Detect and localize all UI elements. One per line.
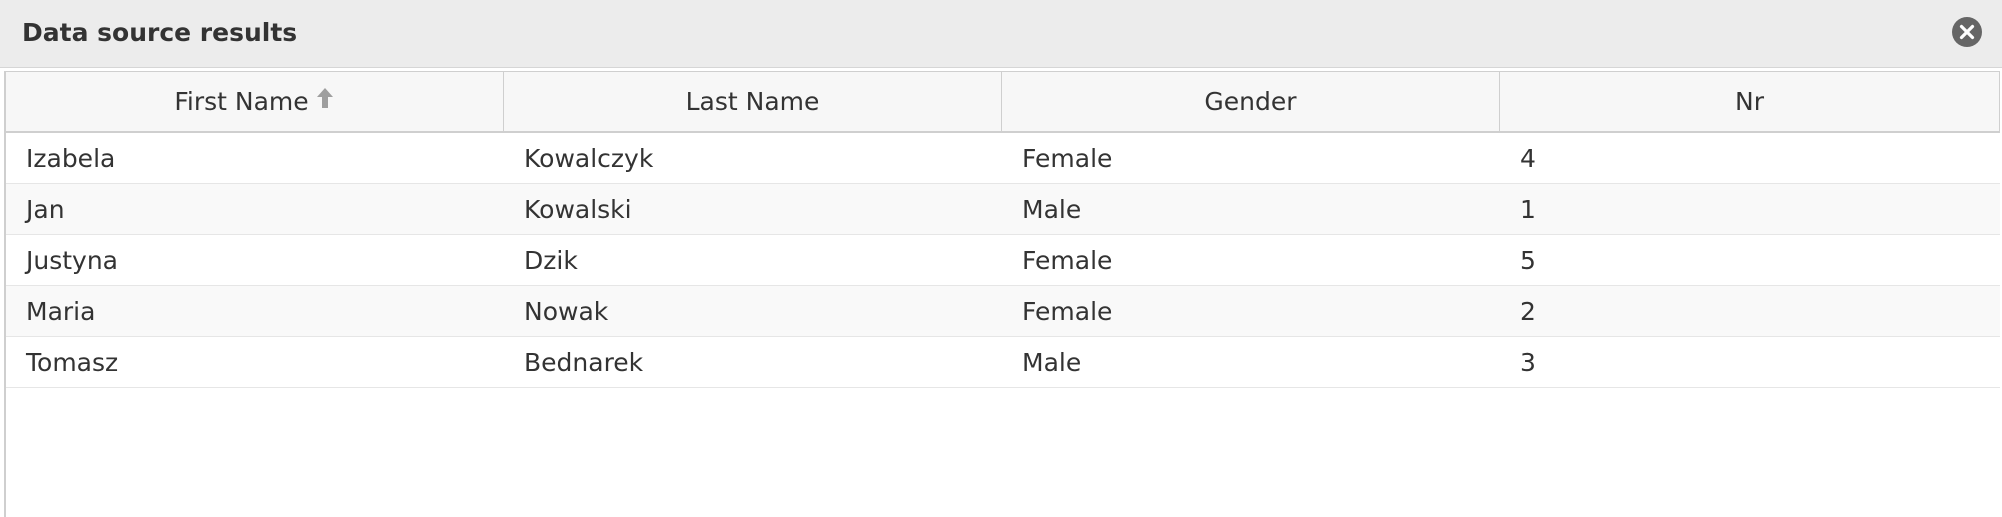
cell-last-name: Nowak [524, 297, 609, 326]
cell-gender: Male [1022, 348, 1082, 377]
table-row[interactable]: Jan Kowalski Male 1 [6, 184, 2000, 235]
cell-nr: 1 [1520, 195, 1536, 224]
cell-gender: Female [1022, 246, 1113, 275]
cell-gender: Male [1022, 195, 1082, 224]
cell-nr: 3 [1520, 348, 1536, 377]
table-row[interactable]: Maria Nowak Female 2 [6, 286, 2000, 337]
column-header-label: Nr [1735, 87, 1764, 116]
sort-ascending-icon [315, 72, 335, 131]
table-row[interactable]: Tomasz Bednarek Male 3 [6, 337, 2000, 388]
dialog-titlebar: Data source results [0, 0, 2002, 68]
table-row[interactable]: Izabela Kowalczyk Female 4 [6, 133, 2000, 184]
cell-gender: Female [1022, 144, 1113, 173]
column-header-label: First Name [174, 87, 309, 116]
column-header-gender[interactable]: Gender [1002, 72, 1500, 131]
cell-last-name: Dzik [524, 246, 578, 275]
close-button[interactable] [1952, 17, 1982, 47]
cell-first-name: Justyna [26, 246, 119, 275]
cell-nr: 4 [1520, 144, 1536, 173]
column-header-last-name[interactable]: Last Name [504, 72, 1002, 131]
cell-first-name: Maria [26, 297, 96, 326]
cell-last-name: Kowalczyk [524, 144, 654, 173]
column-header-label: Last Name [685, 87, 820, 116]
cell-first-name: Izabela [26, 144, 116, 173]
results-grid: First Name Last Name Gender Nr Izabela K… [4, 71, 2000, 517]
cell-first-name: Jan [26, 195, 65, 224]
cell-last-name: Bednarek [524, 348, 644, 377]
dialog-title: Data source results [22, 18, 298, 47]
cell-first-name: Tomasz [26, 348, 119, 377]
close-circle-icon [1959, 24, 1975, 40]
column-header-label: Gender [1204, 87, 1297, 116]
table-row[interactable]: Justyna Dzik Female 5 [6, 235, 2000, 286]
cell-gender: Female [1022, 297, 1113, 326]
data-source-results-dialog: Data source results First Name Last Name… [0, 0, 2002, 517]
cell-nr: 5 [1520, 246, 1536, 275]
cell-nr: 2 [1520, 297, 1536, 326]
column-header-nr[interactable]: Nr [1500, 72, 2000, 131]
cell-last-name: Kowalski [524, 195, 632, 224]
column-header-first-name[interactable]: First Name [6, 72, 504, 131]
grid-header: First Name Last Name Gender Nr [6, 71, 2000, 133]
